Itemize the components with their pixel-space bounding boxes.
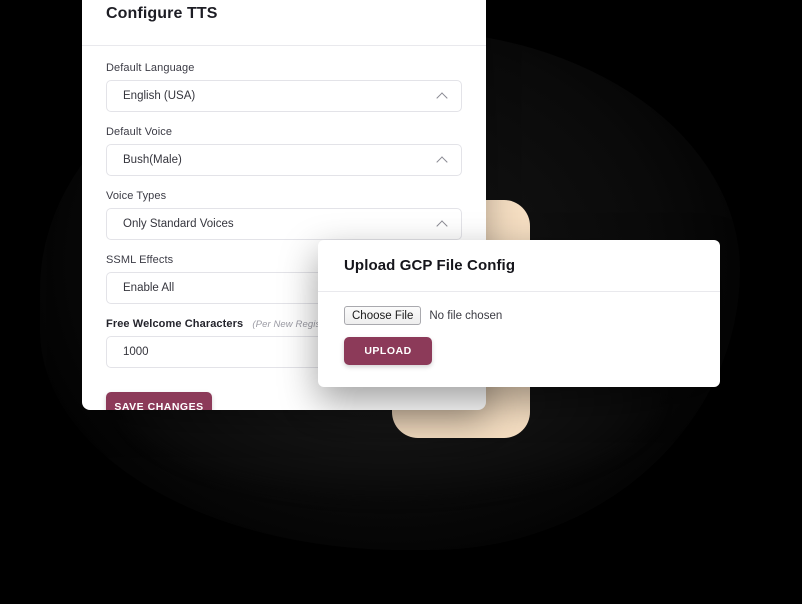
file-input-row: Choose File No file chosen bbox=[344, 306, 694, 325]
screenshot-stage: Configure TTS Default Language English (… bbox=[0, 0, 802, 604]
select-default-language[interactable]: English (USA) bbox=[106, 80, 462, 112]
chevron-up-icon[interactable] bbox=[437, 90, 449, 102]
select-default-voice[interactable]: Bush(Male) bbox=[106, 144, 462, 176]
field-default-language: Default Language English (USA) bbox=[106, 62, 462, 112]
upload-button[interactable]: UPLOAD bbox=[344, 337, 432, 365]
page-title: Configure TTS bbox=[106, 4, 218, 22]
dialog-header: Upload GCP File Config bbox=[318, 240, 720, 292]
field-default-voice: Default Voice Bush(Male) bbox=[106, 126, 462, 176]
panel-header: Configure TTS bbox=[82, 0, 486, 46]
select-default-language-value: English (USA) bbox=[123, 90, 196, 102]
choose-file-button[interactable]: Choose File bbox=[344, 306, 422, 325]
label-default-voice: Default Voice bbox=[106, 126, 173, 138]
field-voice-types: Voice Types Only Standard Voices bbox=[106, 190, 462, 240]
chevron-up-icon[interactable] bbox=[437, 218, 449, 230]
upload-gcp-file-config-dialog: Upload GCP File Config Choose File No fi… bbox=[318, 240, 720, 387]
select-default-voice-value: Bush(Male) bbox=[123, 154, 182, 166]
chevron-up-icon[interactable] bbox=[437, 154, 449, 166]
dialog-body: Choose File No file chosen UPLOAD bbox=[318, 292, 720, 365]
label-default-language: Default Language bbox=[106, 62, 195, 74]
file-status-text: No file chosen bbox=[429, 309, 503, 322]
select-voice-types[interactable]: Only Standard Voices bbox=[106, 208, 462, 240]
dialog-title: Upload GCP File Config bbox=[344, 257, 516, 274]
save-changes-button[interactable]: SAVE CHANGES bbox=[106, 392, 212, 410]
label-free-welcome-characters-text: Free Welcome Characters bbox=[106, 318, 244, 330]
label-voice-types: Voice Types bbox=[106, 190, 167, 202]
select-voice-types-value: Only Standard Voices bbox=[123, 218, 234, 230]
